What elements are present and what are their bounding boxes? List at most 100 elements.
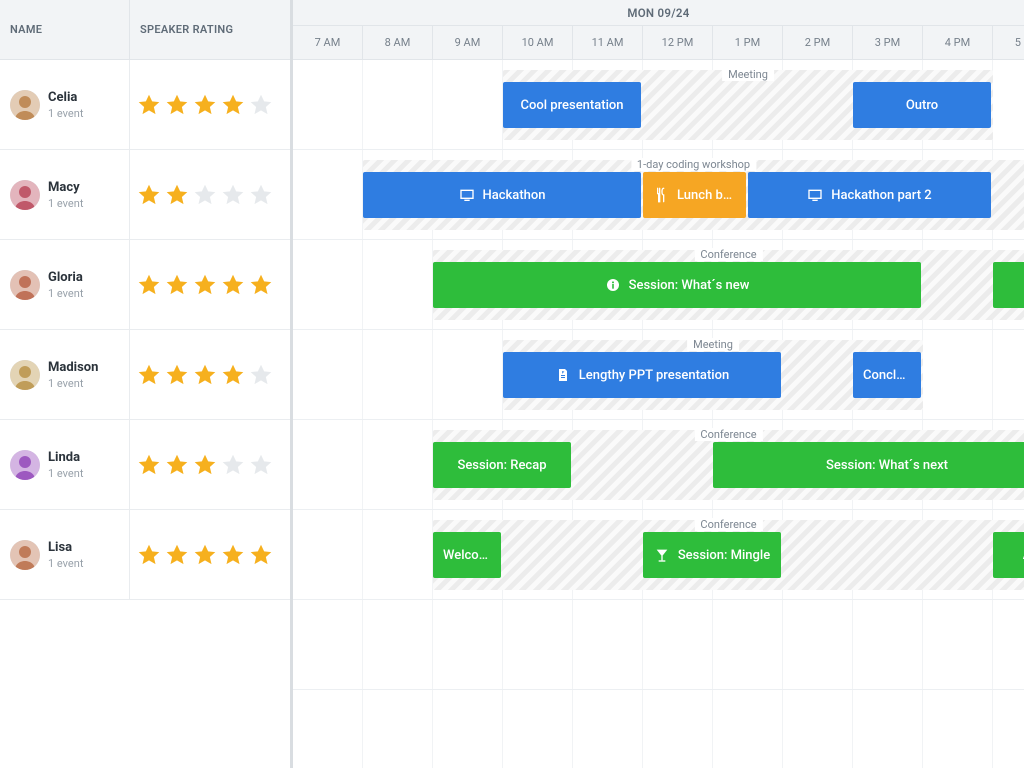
star-icon[interactable] (136, 452, 162, 478)
person-subtext: 1 event (48, 197, 83, 210)
star-icon[interactable] (248, 452, 274, 478)
star-icon[interactable] (220, 272, 246, 298)
hour-cell: 7 AM (293, 26, 363, 59)
timeline-row-empty[interactable] (293, 600, 1024, 690)
rating-cell[interactable] (130, 60, 290, 149)
event[interactable]: Cool presentation (503, 82, 641, 128)
person-name: Celia (48, 90, 83, 105)
star-icon[interactable] (220, 92, 246, 118)
star-icon[interactable] (164, 362, 190, 388)
rating-cell[interactable] (130, 510, 290, 599)
background-event-label: Conference (694, 248, 762, 261)
person-subtext: 1 event (48, 287, 83, 300)
star-icon[interactable] (192, 542, 218, 568)
person-name-block: Lisa1 event (48, 540, 83, 570)
person-row[interactable]: Gloria1 event (0, 240, 290, 330)
star-icon[interactable] (136, 272, 162, 298)
background-event-label: Conference (694, 428, 762, 441)
hour-cell: 5 PM (993, 26, 1024, 59)
event-label: Welcome (443, 548, 491, 563)
person-name: Madison (48, 360, 98, 375)
star-icon[interactable] (136, 92, 162, 118)
star-icon[interactable] (248, 542, 274, 568)
star-icon[interactable] (192, 362, 218, 388)
avatar[interactable] (10, 360, 40, 390)
event[interactable]: Hackathon (363, 172, 641, 218)
star-icon[interactable] (220, 452, 246, 478)
timeline-row[interactable]: 1-day coding workshopHackathonLunch brea… (293, 150, 1024, 240)
svg-text:P: P (561, 370, 564, 375)
person-row[interactable]: Macy1 event (0, 150, 290, 240)
star-icon[interactable] (164, 452, 190, 478)
event[interactable]: Session: Mingle (643, 532, 781, 578)
doc-icon: P (555, 367, 571, 383)
timeline-date: MON 09/24 (293, 0, 1024, 26)
person-name: Lisa (48, 540, 83, 555)
star-icon[interactable] (220, 182, 246, 208)
rating-cell[interactable] (130, 330, 290, 419)
timeline-body: MeetingCool presentationOutro1-day codin… (293, 60, 1024, 768)
avatar[interactable] (10, 90, 40, 120)
person-name-block: Macy1 event (48, 180, 83, 210)
event-label: Hackathon part 2 (831, 188, 931, 203)
avatar[interactable] (10, 540, 40, 570)
event-label: Hackathon (483, 188, 546, 203)
cocktail-icon (654, 547, 670, 563)
background-event-label: Conference (694, 518, 762, 531)
star-icon[interactable] (192, 272, 218, 298)
event[interactable]: PLengthy PPT presentation (503, 352, 781, 398)
star-icon[interactable] (192, 452, 218, 478)
star-icon[interactable] (136, 542, 162, 568)
header-name: NAME (0, 0, 130, 59)
timeline-row[interactable]: ConferenceSession: What´s new (293, 240, 1024, 330)
star-icon[interactable] (248, 272, 274, 298)
event[interactable]: Hackathon part 2 (748, 172, 991, 218)
hour-cell: 8 AM (363, 26, 433, 59)
person-row[interactable]: Linda1 event (0, 420, 290, 510)
star-icon[interactable] (248, 182, 274, 208)
avatar[interactable] (10, 180, 40, 210)
timeline-row[interactable]: MeetingPLengthy PPT presentationConclusi… (293, 330, 1024, 420)
star-icon[interactable] (164, 92, 190, 118)
star-icon[interactable] (248, 362, 274, 388)
person-name-cell: Linda1 event (0, 420, 130, 509)
event[interactable] (993, 262, 1024, 308)
timeline-row-empty[interactable] (293, 690, 1024, 768)
event[interactable]: Session: Recap (433, 442, 571, 488)
person-name-cell: Celia1 event (0, 60, 130, 149)
hour-cell: 4 PM (923, 26, 993, 59)
event[interactable]: Conclusion (853, 352, 921, 398)
avatar[interactable] (10, 450, 40, 480)
star-icon[interactable] (164, 542, 190, 568)
timeline-row[interactable]: Conference Session: Recap Session: What´s … (293, 420, 1024, 510)
rating-cell[interactable] (130, 240, 290, 329)
event[interactable]: Welcome (433, 532, 501, 578)
star-icon[interactable] (164, 182, 190, 208)
rating-cell[interactable] (130, 420, 290, 509)
timeline-panel[interactable]: MON 09/24 7 AM8 AM9 AM10 AM11 AM12 PM1 P… (293, 0, 1024, 768)
person-row[interactable]: Madison1 event (0, 330, 290, 420)
person-name-block: Celia1 event (48, 90, 83, 120)
event[interactable]: Lunch break (643, 172, 746, 218)
star-icon[interactable] (164, 272, 190, 298)
star-icon[interactable] (248, 92, 274, 118)
star-icon[interactable] (220, 362, 246, 388)
timeline-row[interactable]: MeetingCool presentationOutro (293, 60, 1024, 150)
star-icon[interactable] (136, 362, 162, 388)
star-icon[interactable] (220, 542, 246, 568)
event-label: Session: Mingle (678, 548, 770, 563)
rating-cell[interactable] (130, 150, 290, 239)
star-icon[interactable] (192, 182, 218, 208)
person-row[interactable]: Lisa1 event (0, 510, 290, 600)
event[interactable]: Outro (853, 82, 991, 128)
star-icon[interactable] (192, 92, 218, 118)
hour-cell: 11 AM (573, 26, 643, 59)
star-icon[interactable] (136, 182, 162, 208)
event[interactable]: Session: What´s new (433, 262, 921, 308)
resource-panel: NAME SPEAKER RATING Celia1 event Macy1 e… (0, 0, 293, 768)
avatar[interactable] (10, 270, 40, 300)
event[interactable]: Session: What´s next (713, 442, 1024, 488)
timeline-row[interactable]: Conference Welcome Session: Mingle A (293, 510, 1024, 600)
person-row[interactable]: Celia1 event (0, 60, 290, 150)
event[interactable]: A (993, 532, 1024, 578)
